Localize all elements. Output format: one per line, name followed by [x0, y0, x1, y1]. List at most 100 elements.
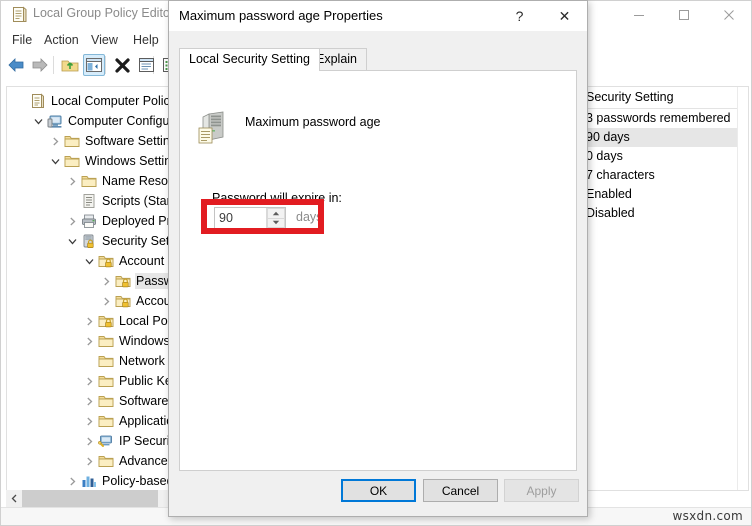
list-row-value: 0 days — [586, 149, 623, 163]
chevron-right-icon[interactable] — [81, 311, 97, 331]
dialog-footer: OK Cancel Apply — [169, 471, 587, 516]
chevron-right-icon[interactable] — [64, 211, 80, 231]
folder-icon — [63, 131, 81, 151]
back-arrow-icon[interactable] — [5, 54, 27, 76]
days-unit-label: days — [296, 210, 323, 224]
up-folder-icon[interactable] — [59, 54, 81, 76]
folder-icon — [97, 351, 115, 371]
chevron-right-icon[interactable] — [98, 291, 114, 311]
tree-item-label: Local Computer Policy — [51, 94, 177, 108]
show-hide-console-tree-icon[interactable] — [83, 54, 105, 76]
qos-chart-icon — [80, 471, 98, 490]
properties-icon[interactable] — [135, 54, 157, 76]
close-icon[interactable] — [706, 1, 751, 29]
spinner-buttons — [266, 208, 285, 228]
maximum-password-age-properties-dialog: Maximum password age Properties ? ✕ Loca… — [168, 0, 588, 517]
dialog-title: Maximum password age Properties — [179, 8, 383, 23]
spinner-up-icon[interactable] — [267, 208, 285, 219]
list-row[interactable]: 7 characters — [581, 166, 737, 185]
folder-icon — [97, 451, 115, 471]
dialog-tabstrip: Local Security Setting Explain — [179, 48, 577, 71]
list-row[interactable]: 3 passwords remembered — [581, 109, 737, 128]
menu-action[interactable]: Action — [39, 32, 84, 48]
chevron-right-icon[interactable] — [81, 411, 97, 431]
tab-local-security-setting[interactable]: Local Security Setting — [179, 48, 320, 71]
password-age-spinner[interactable] — [214, 207, 286, 229]
forward-arrow-icon[interactable] — [29, 54, 51, 76]
delete-icon[interactable] — [111, 54, 133, 76]
password-age-input[interactable] — [215, 208, 266, 228]
window-title: Local Group Policy Editor — [33, 6, 175, 20]
maximize-icon[interactable] — [661, 1, 706, 29]
dialog-window-controls: ? ✕ — [497, 1, 587, 31]
printer-icon — [80, 211, 98, 231]
apply-button[interactable]: Apply — [504, 479, 579, 502]
script-icon — [80, 191, 98, 211]
chevron-right-icon[interactable] — [81, 431, 97, 451]
ip-security-icon — [97, 431, 115, 451]
list-row-value: 7 characters — [586, 168, 655, 182]
chevron-right-icon[interactable] — [64, 471, 80, 490]
policy-list-pane[interactable]: Security Setting 3 passwords remembered 9… — [581, 86, 749, 491]
chevron-right-icon[interactable] — [81, 371, 97, 391]
list-vertical-scrollbar[interactable] — [737, 87, 748, 490]
list-row-value: Disabled — [586, 206, 635, 220]
watermark: wsxdn.com — [672, 509, 743, 523]
list-column-header[interactable]: Security Setting — [581, 87, 748, 109]
password-expire-label: Password will expire in: — [212, 191, 342, 205]
window-controls — [616, 1, 751, 29]
folder-lock-icon — [114, 271, 132, 291]
local-security-setting-panel: Maximum password age Password will expir… — [179, 70, 577, 471]
list-row-value: Enabled — [586, 187, 632, 201]
toolbar-separator — [53, 56, 54, 74]
list-row-value: 3 passwords remembered — [586, 111, 731, 125]
security-lock-icon — [80, 231, 98, 251]
ok-button[interactable]: OK — [341, 479, 416, 502]
spinner-down-icon[interactable] — [267, 218, 285, 228]
policy-name-label: Maximum password age — [245, 115, 381, 129]
folder-icon — [97, 411, 115, 431]
folder-lock-icon — [97, 251, 115, 271]
tree-horizontal-scrollbar[interactable] — [6, 490, 178, 507]
chevron-down-icon[interactable] — [30, 111, 46, 131]
minimize-icon[interactable] — [616, 1, 661, 29]
chevron-right-icon[interactable] — [81, 391, 97, 411]
policy-document-icon — [11, 6, 27, 23]
chevron-right-icon[interactable] — [64, 171, 80, 191]
scrollbar-thumb[interactable] — [22, 490, 158, 507]
chevron-left-icon[interactable] — [6, 490, 22, 507]
cancel-button[interactable]: Cancel — [423, 479, 498, 502]
folder-lock-icon — [97, 311, 115, 331]
chevron-right-icon[interactable] — [98, 271, 114, 291]
chevron-down-icon[interactable] — [47, 151, 63, 171]
tree-item[interactable]: Local Computer Policy — [13, 91, 178, 111]
list-row[interactable]: Disabled — [581, 204, 737, 223]
folder-icon — [97, 391, 115, 411]
list-row-value: 90 days — [586, 130, 630, 144]
help-icon[interactable]: ? — [497, 1, 542, 31]
toolbar-separator — [105, 56, 106, 74]
dialog-titlebar: Maximum password age Properties ? ✕ — [169, 1, 587, 31]
column-header-security-setting: Security Setting — [586, 90, 674, 104]
list-row[interactable]: Enabled — [581, 185, 737, 204]
tree-item[interactable]: Windows Settings — [47, 151, 186, 171]
chevron-right-icon[interactable] — [81, 451, 97, 471]
folder-icon — [63, 151, 81, 171]
folder-icon — [80, 171, 98, 191]
chevron-down-icon[interactable] — [64, 231, 80, 251]
folder-lock-icon — [114, 291, 132, 311]
tree-item[interactable]: Software Settings — [47, 131, 185, 151]
policy-document-icon — [29, 91, 47, 111]
menu-view[interactable]: View — [86, 32, 123, 48]
close-icon[interactable]: ✕ — [542, 1, 587, 31]
list-row[interactable]: 0 days — [581, 147, 737, 166]
chevron-right-icon[interactable] — [47, 131, 63, 151]
list-row[interactable]: 90 days — [581, 128, 737, 147]
chevron-down-icon[interactable] — [81, 251, 97, 271]
chevron-right-icon[interactable] — [81, 331, 97, 351]
menu-help[interactable]: Help — [128, 32, 164, 48]
menu-file[interactable]: File — [7, 32, 37, 48]
folder-icon — [97, 371, 115, 391]
